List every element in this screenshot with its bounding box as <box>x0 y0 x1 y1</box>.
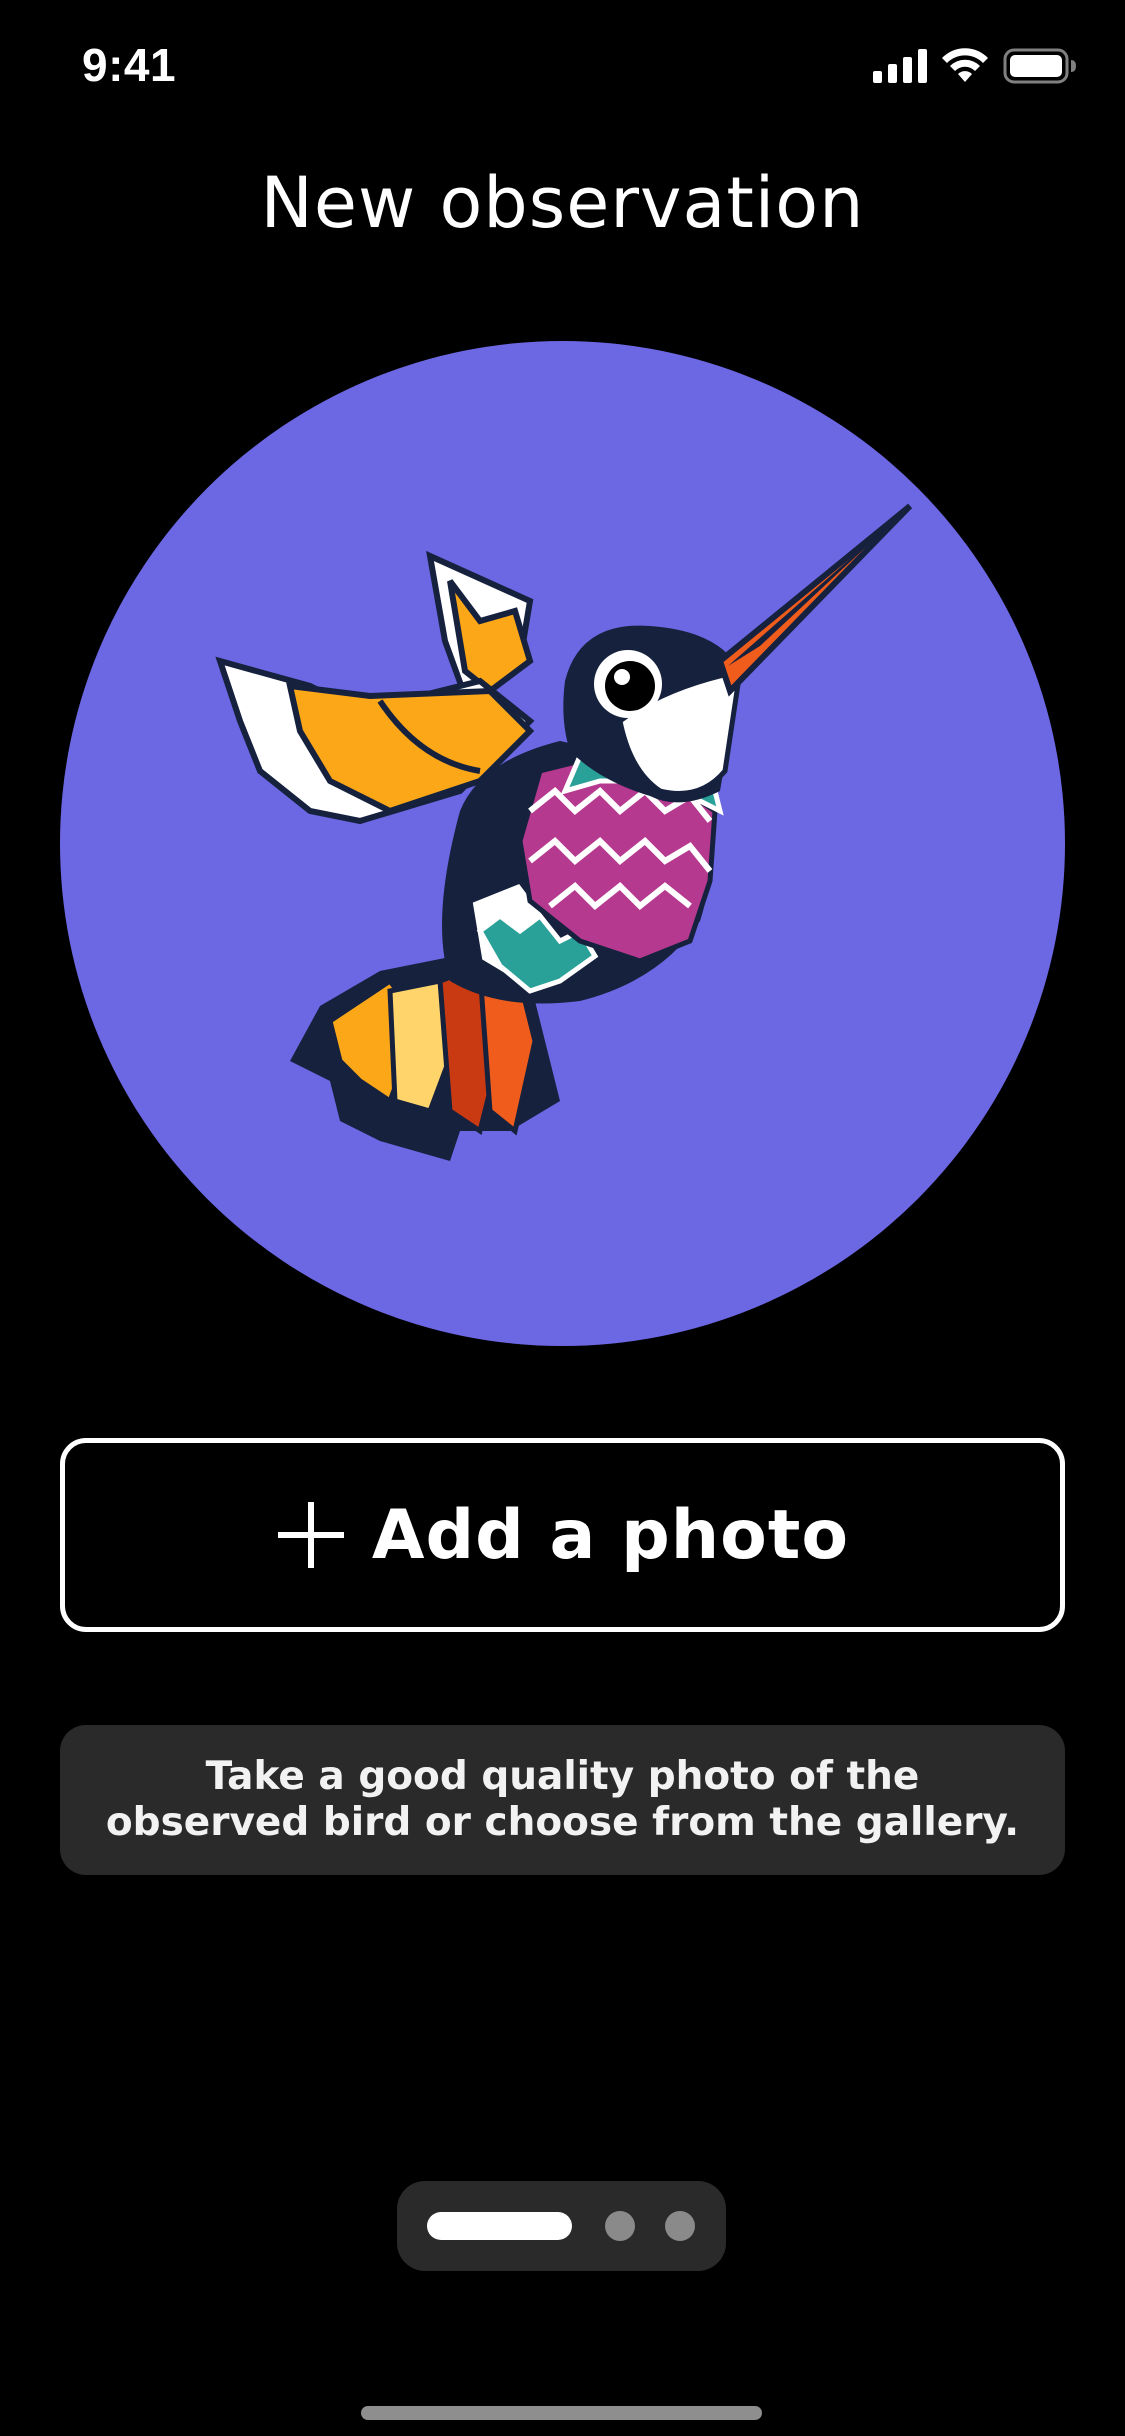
add-photo-label: Add a photo <box>371 1495 850 1575</box>
status-time: 9:41 <box>82 39 177 91</box>
head <box>563 503 913 803</box>
status-bar: 9:41 <box>0 0 1125 132</box>
cellular-signal-icon <box>873 49 927 83</box>
plus-icon <box>277 1502 344 1568</box>
home-indicator[interactable] <box>361 2406 762 2420</box>
page-dot-2[interactable] <box>605 2211 635 2241</box>
hint-text: Take a good quality photo of the observe… <box>105 1754 1020 1845</box>
page-indicator <box>397 2181 726 2271</box>
page-dot-active[interactable] <box>427 2212 572 2240</box>
page-title: New observation <box>260 162 865 244</box>
back-wing <box>426 550 534 701</box>
add-photo-button[interactable]: Add a photo <box>60 1438 1065 1632</box>
hint-box: Take a good quality photo of the observe… <box>60 1725 1065 1875</box>
wifi-icon <box>942 48 988 82</box>
hero-illustration <box>60 341 1065 1346</box>
hummingbird-illustration <box>215 503 913 1161</box>
battery-icon <box>1003 48 1076 84</box>
page-dot-3[interactable] <box>665 2211 695 2241</box>
status-icons <box>873 44 1077 88</box>
